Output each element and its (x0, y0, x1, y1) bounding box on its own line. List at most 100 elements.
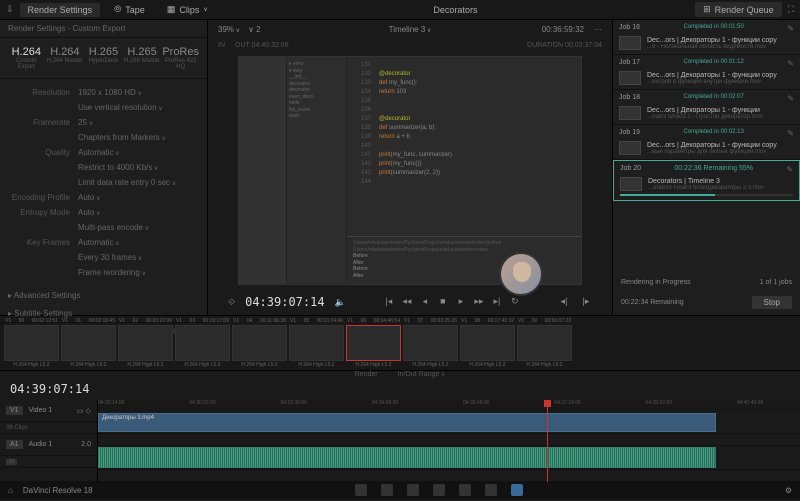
job-item[interactable]: Job 18Completed in 00:02:07✎Dec...ors | … (613, 90, 800, 125)
codec-preset[interactable]: ProResProRes 422 HQ (162, 44, 199, 72)
clips-tab[interactable]: ▦ Clips (159, 2, 216, 17)
render-settings-panel: Render Settings - Custom Export H.264Cus… (0, 20, 208, 315)
setting-row[interactable]: Encoding ProfileAuto (8, 190, 199, 205)
job-item[interactable]: Job 17Completed in 00:01:12✎Dec...ors | … (613, 55, 800, 90)
tape-tab[interactable]: ⦾ Tape (106, 2, 153, 17)
job-thumbnail (619, 141, 641, 155)
app-title: DaVinci Resolve 18 (23, 486, 93, 495)
edit-page-icon[interactable] (407, 484, 419, 496)
codec-preset[interactable]: H.264Custom Export (8, 44, 45, 72)
panel-header: Render Settings - Custom Export (0, 20, 207, 38)
timeline-ruler[interactable]: 04:29:14:0004:30:52:0004:32:30:0004:34:0… (98, 400, 800, 412)
setting-row[interactable]: Resolution1920 x 1080 HD (8, 85, 199, 100)
job-thumbnail (620, 177, 642, 191)
job-thumbnail (619, 106, 641, 120)
timecode-display: 00:36:59:32 (542, 25, 584, 34)
last-frame-button[interactable]: ▸| (491, 296, 503, 308)
playhead[interactable] (547, 400, 548, 482)
expand-icon[interactable]: ⛶ (788, 4, 794, 15)
export-icon[interactable]: ⇩ (6, 4, 14, 15)
pencil-icon[interactable]: ✎ (787, 59, 794, 68)
prev-button[interactable]: ◂◂ (401, 296, 413, 308)
setting-row[interactable]: Entropy ModeAuto (8, 205, 199, 220)
render-queue-panel: Job 16Completed in 00:01:50✎Dec...ors | … (612, 20, 800, 315)
render-queue-tab[interactable]: ⊞ Render Queue (695, 2, 782, 17)
setting-row[interactable]: Every 30 frames (8, 250, 199, 265)
cut-page-icon[interactable] (381, 484, 393, 496)
render-job-count: 1 of 1 jobs (760, 279, 792, 286)
top-bar: ⇩ Render Settings ⦾ Tape ▦ Clips Decorat… (0, 0, 800, 20)
page-switcher (355, 484, 523, 496)
stop-button[interactable]: ■ (437, 296, 449, 308)
first-frame-button[interactable]: |◂ (383, 296, 395, 308)
play-button[interactable]: ▸ (455, 296, 467, 308)
setting-row[interactable]: Use vertical resolution (8, 100, 199, 115)
volume-icon[interactable]: 🔈 (335, 297, 346, 308)
codec-preset[interactable]: H.265HyperDeck (85, 44, 122, 72)
pencil-icon[interactable]: ✎ (786, 165, 793, 174)
webcam-overlay (499, 252, 543, 296)
stop-render-button[interactable]: Stop (752, 296, 792, 309)
clips-count: 39 Clips (0, 422, 97, 434)
clip-thumbnail[interactable]: V10200:03:22:06H.264 High L5.2 (118, 318, 173, 368)
clip-thumbnail[interactable]: V10100:02:10:45H.264 High L5.2 (61, 318, 116, 368)
pencil-icon[interactable]: ✎ (787, 94, 794, 103)
audio-track[interactable] (98, 446, 800, 470)
setting-row[interactable]: Chapters from Markers (8, 130, 199, 145)
clip-thumbnail[interactable]: V10900:50:07:23H.264 High L5.2 (517, 318, 572, 368)
home-icon[interactable]: ⌂ (8, 486, 13, 495)
project-settings-icon[interactable]: ⚙ (785, 486, 792, 495)
options-icon[interactable]: ··· (594, 25, 602, 34)
zoom-dropdown[interactable]: 39% (218, 25, 240, 34)
next-button[interactable]: ▸▸ (473, 296, 485, 308)
clip-thumbnail[interactable]: V10300:19:17:09H.264 High L5.2 (175, 318, 230, 368)
viewer-title: Decorators (433, 5, 477, 15)
progress-bar (620, 194, 715, 196)
render-tab[interactable]: Render (355, 371, 378, 378)
job-item[interactable]: Job 16Completed in 00:01:50✎Dec...ors | … (613, 20, 800, 55)
setting-row[interactable]: Limit data rate entry 0 sec (8, 175, 199, 190)
codec-preset[interactable]: H.265H.265 Master (124, 44, 161, 72)
job-item[interactable]: Job 19Completed in 00:02:13✎Dec...ors | … (613, 125, 800, 160)
clip-thumbnail[interactable]: V10400:11:06:38H.264 High L5.2 (232, 318, 287, 368)
mark-in-button[interactable]: ◂| (558, 296, 570, 308)
advanced-settings[interactable]: ▸ Advanced Settings (0, 286, 207, 304)
range-dropdown[interactable]: In/Out Range (398, 371, 446, 378)
setting-row[interactable]: Multi-pass encode (8, 220, 199, 235)
transport-timecode: 04:39:07:14 (245, 295, 324, 309)
video-clip[interactable]: Декораторы 3.mp4 (98, 413, 716, 432)
setting-row[interactable]: Restrict to 4000 Kb/s (8, 160, 199, 175)
play-reverse-button[interactable]: ◂ (419, 296, 431, 308)
setting-row[interactable]: QualityAutomatic (8, 145, 199, 160)
viewer[interactable]: ▸ venv▾ very __init__ decorator decorato… (238, 56, 582, 285)
setting-row[interactable]: Framerate25 (8, 115, 199, 130)
job-thumbnail (619, 71, 641, 85)
loop-button[interactable]: ↻ (509, 296, 521, 308)
bottom-bar: ⌂ DaVinci Resolve 18 ⚙ (0, 481, 800, 499)
codec-preset[interactable]: H.264H.264 Master (47, 44, 84, 72)
clip-thumbnail[interactable]: V10600:34:46:54H.264 High L5.2 (346, 318, 401, 368)
fusion-page-icon[interactable] (433, 484, 445, 496)
handle-icon[interactable]: ⟐ (228, 297, 235, 308)
clip-thumbnail[interactable]: V10500:03:24:46H.264 High L5.2 (289, 318, 344, 368)
audio-clip[interactable] (98, 447, 716, 468)
audio-track-header[interactable]: A1 Audio 1 2.0 (0, 434, 97, 456)
setting-row[interactable]: Key FramesAutomatic (8, 235, 199, 250)
viewer-panel: 39% ∨ 2 Timeline 3 00:36:59:32 ··· IN OU… (208, 20, 612, 315)
timeline-dropdown[interactable]: Timeline 3 (389, 25, 432, 34)
mark-out-button[interactable]: |▸ (580, 296, 592, 308)
color-page-icon[interactable] (459, 484, 471, 496)
setting-row[interactable]: Frame reordering (8, 265, 199, 280)
deliver-page-icon[interactable] (511, 484, 523, 496)
clip-thumbnail[interactable]: V10800:17:41:32H.264 High L5.2 (460, 318, 515, 368)
clip-thumbnail[interactable]: V10700:03:25:26H.264 High L5.2 (403, 318, 458, 368)
job-item-active[interactable]: Job 20 00:22:36 Remaining 55% ✎ Decorato… (613, 160, 800, 201)
clip-thumbnail[interactable]: V10000:02:12:51H.264 High L5.2 (4, 318, 59, 368)
pencil-icon[interactable]: ✎ (787, 129, 794, 138)
video-track-header[interactable]: V1 Video 1 ▭ ◇ (0, 400, 97, 422)
video-track[interactable]: Декораторы 3.mp4 (98, 412, 800, 434)
pencil-icon[interactable]: ✎ (787, 24, 794, 33)
media-page-icon[interactable] (355, 484, 367, 496)
fairlight-page-icon[interactable] (485, 484, 497, 496)
render-settings-tab[interactable]: Render Settings (20, 3, 101, 17)
